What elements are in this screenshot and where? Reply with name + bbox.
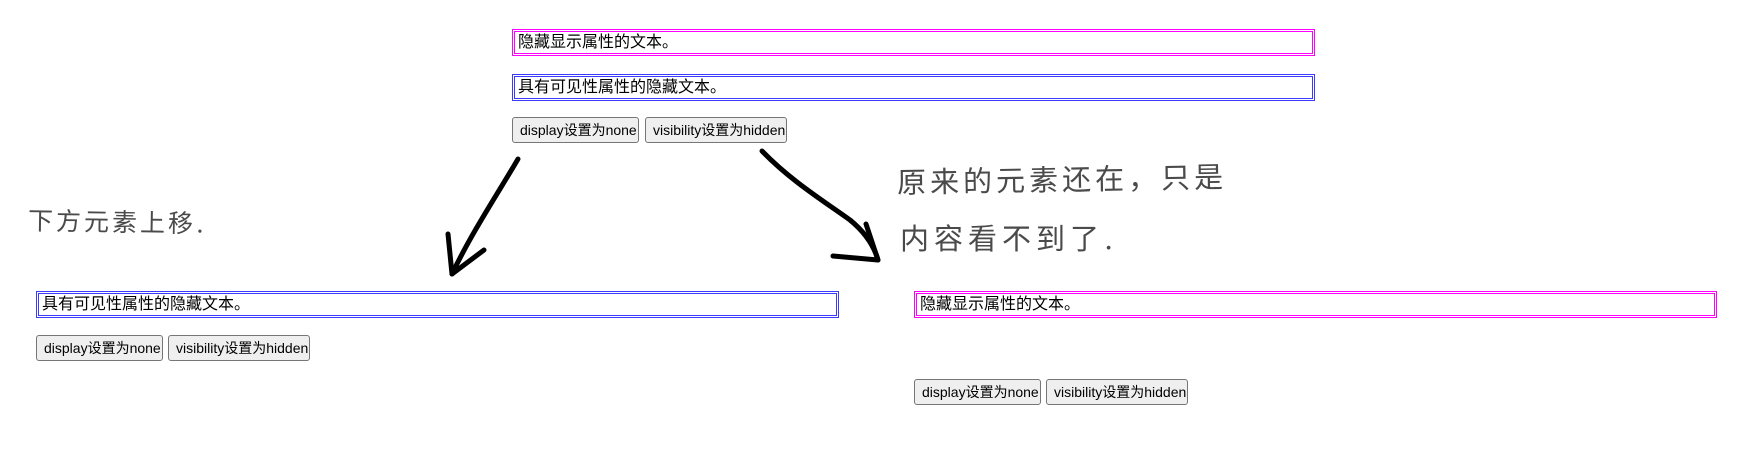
visibility-hidden-result-display-button[interactable]: display设置为none <box>914 379 1041 405</box>
arrow-left-shaft <box>449 156 521 277</box>
display-none-result-visibility-button[interactable]: visibility设置为hidden <box>168 335 310 361</box>
top-visibility-hidden-button[interactable]: visibility设置为hidden <box>645 117 787 143</box>
annotation-right-note-line2: 内容看不到了. <box>900 222 1119 256</box>
arrow-left-head <box>445 231 487 277</box>
visibility-hidden-result-display-box: 隐藏显示属性的文本。 <box>914 291 1717 318</box>
top-display-none-button[interactable]: display设置为none <box>512 117 639 143</box>
arrow-right-shaft <box>759 148 881 263</box>
annotation-arrows <box>445 148 881 277</box>
display-none-result-visibility-box: 具有可见性属性的隐藏文本。 <box>36 291 839 318</box>
display-none-result-display-button[interactable]: display设置为none <box>36 335 163 361</box>
annotation-left-note: 下方元素上移. <box>27 206 208 239</box>
top-display-box: 隐藏显示属性的文本。 <box>512 29 1315 56</box>
visibility-hidden-result-visibility-button[interactable]: visibility设置为hidden <box>1046 379 1188 405</box>
annotation-right-note-line1: 原来的元素还在，只是 <box>896 160 1228 200</box>
page: 隐藏显示属性的文本。 具有可见性属性的隐藏文本。 display设置为none … <box>0 0 1750 458</box>
top-visibility-box: 具有可见性属性的隐藏文本。 <box>512 74 1315 101</box>
arrow-right-head <box>830 221 881 263</box>
